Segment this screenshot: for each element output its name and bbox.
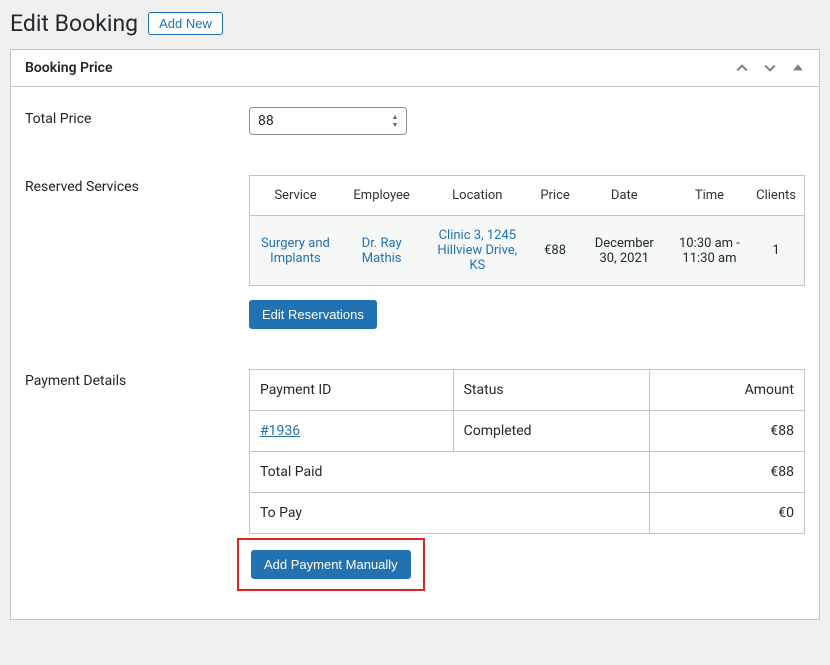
service-link[interactable]: Surgery and Implants [261, 236, 330, 266]
col-price: Price [532, 176, 577, 216]
col-payment-id: Payment ID [250, 370, 454, 411]
col-service: Service [250, 176, 341, 216]
table-header-row: Service Employee Location Price Date Tim… [250, 176, 805, 216]
cell-status: Completed [453, 411, 649, 452]
reserved-services-table: Service Employee Location Price Date Tim… [249, 175, 805, 286]
employee-link[interactable]: Dr. Ray Mathis [362, 236, 402, 266]
edit-reservations-button[interactable]: Edit Reservations [249, 300, 377, 329]
total-price-input[interactable]: 88 ▲ ▼ [249, 107, 407, 135]
col-time: Time [671, 176, 748, 216]
cell-clients: 1 [748, 216, 804, 286]
stepper-up-icon[interactable]: ▲ [387, 114, 403, 121]
move-down-icon[interactable] [763, 61, 777, 75]
cell-price: €88 [532, 216, 577, 286]
location-link[interactable]: Clinic 3, 1245 Hillview Drive, KS [437, 228, 517, 273]
table-row: #1936 Completed €88 [250, 411, 805, 452]
col-date: Date [578, 176, 671, 216]
metabox-title: Booking Price [25, 60, 113, 76]
to-pay-label: To Pay [250, 493, 650, 534]
total-paid-label: Total Paid [250, 452, 650, 493]
reserved-services-label: Reserved Services [25, 175, 249, 195]
total-paid-value: €88 [649, 452, 804, 493]
payment-details-label: Payment Details [25, 369, 249, 389]
col-status: Status [453, 370, 649, 411]
stepper-down-icon[interactable]: ▼ [387, 122, 403, 129]
col-amount: Amount [649, 370, 804, 411]
payment-id-link[interactable]: #1936 [260, 423, 300, 439]
booking-price-metabox: Booking Price Total Price 88 ▲ ▼ [10, 49, 820, 620]
add-payment-manually-button[interactable]: Add Payment Manually [251, 550, 411, 579]
payment-details-table: Payment ID Status Amount #1936 Completed… [249, 369, 805, 534]
total-price-label: Total Price [25, 107, 249, 127]
cell-time: 10:30 am - 11:30 am [671, 216, 748, 286]
toggle-panel-icon[interactable] [791, 61, 805, 75]
add-new-button[interactable]: Add New [148, 12, 223, 35]
move-up-icon[interactable] [735, 61, 749, 75]
total-price-value: 88 [258, 113, 274, 129]
cell-amount: €88 [649, 411, 804, 452]
cell-date: December 30, 2021 [578, 216, 671, 286]
col-clients: Clients [748, 176, 804, 216]
highlight-annotation: Add Payment Manually [237, 538, 425, 591]
table-row: Surgery and Implants Dr. Ray Mathis Clin… [250, 216, 805, 286]
page-title: Edit Booking [10, 10, 138, 37]
table-header-row: Payment ID Status Amount [250, 370, 805, 411]
col-location: Location [422, 176, 532, 216]
to-pay-value: €0 [649, 493, 804, 534]
table-row-to-pay: To Pay €0 [250, 493, 805, 534]
col-employee: Employee [341, 176, 422, 216]
table-row-total-paid: Total Paid €88 [250, 452, 805, 493]
